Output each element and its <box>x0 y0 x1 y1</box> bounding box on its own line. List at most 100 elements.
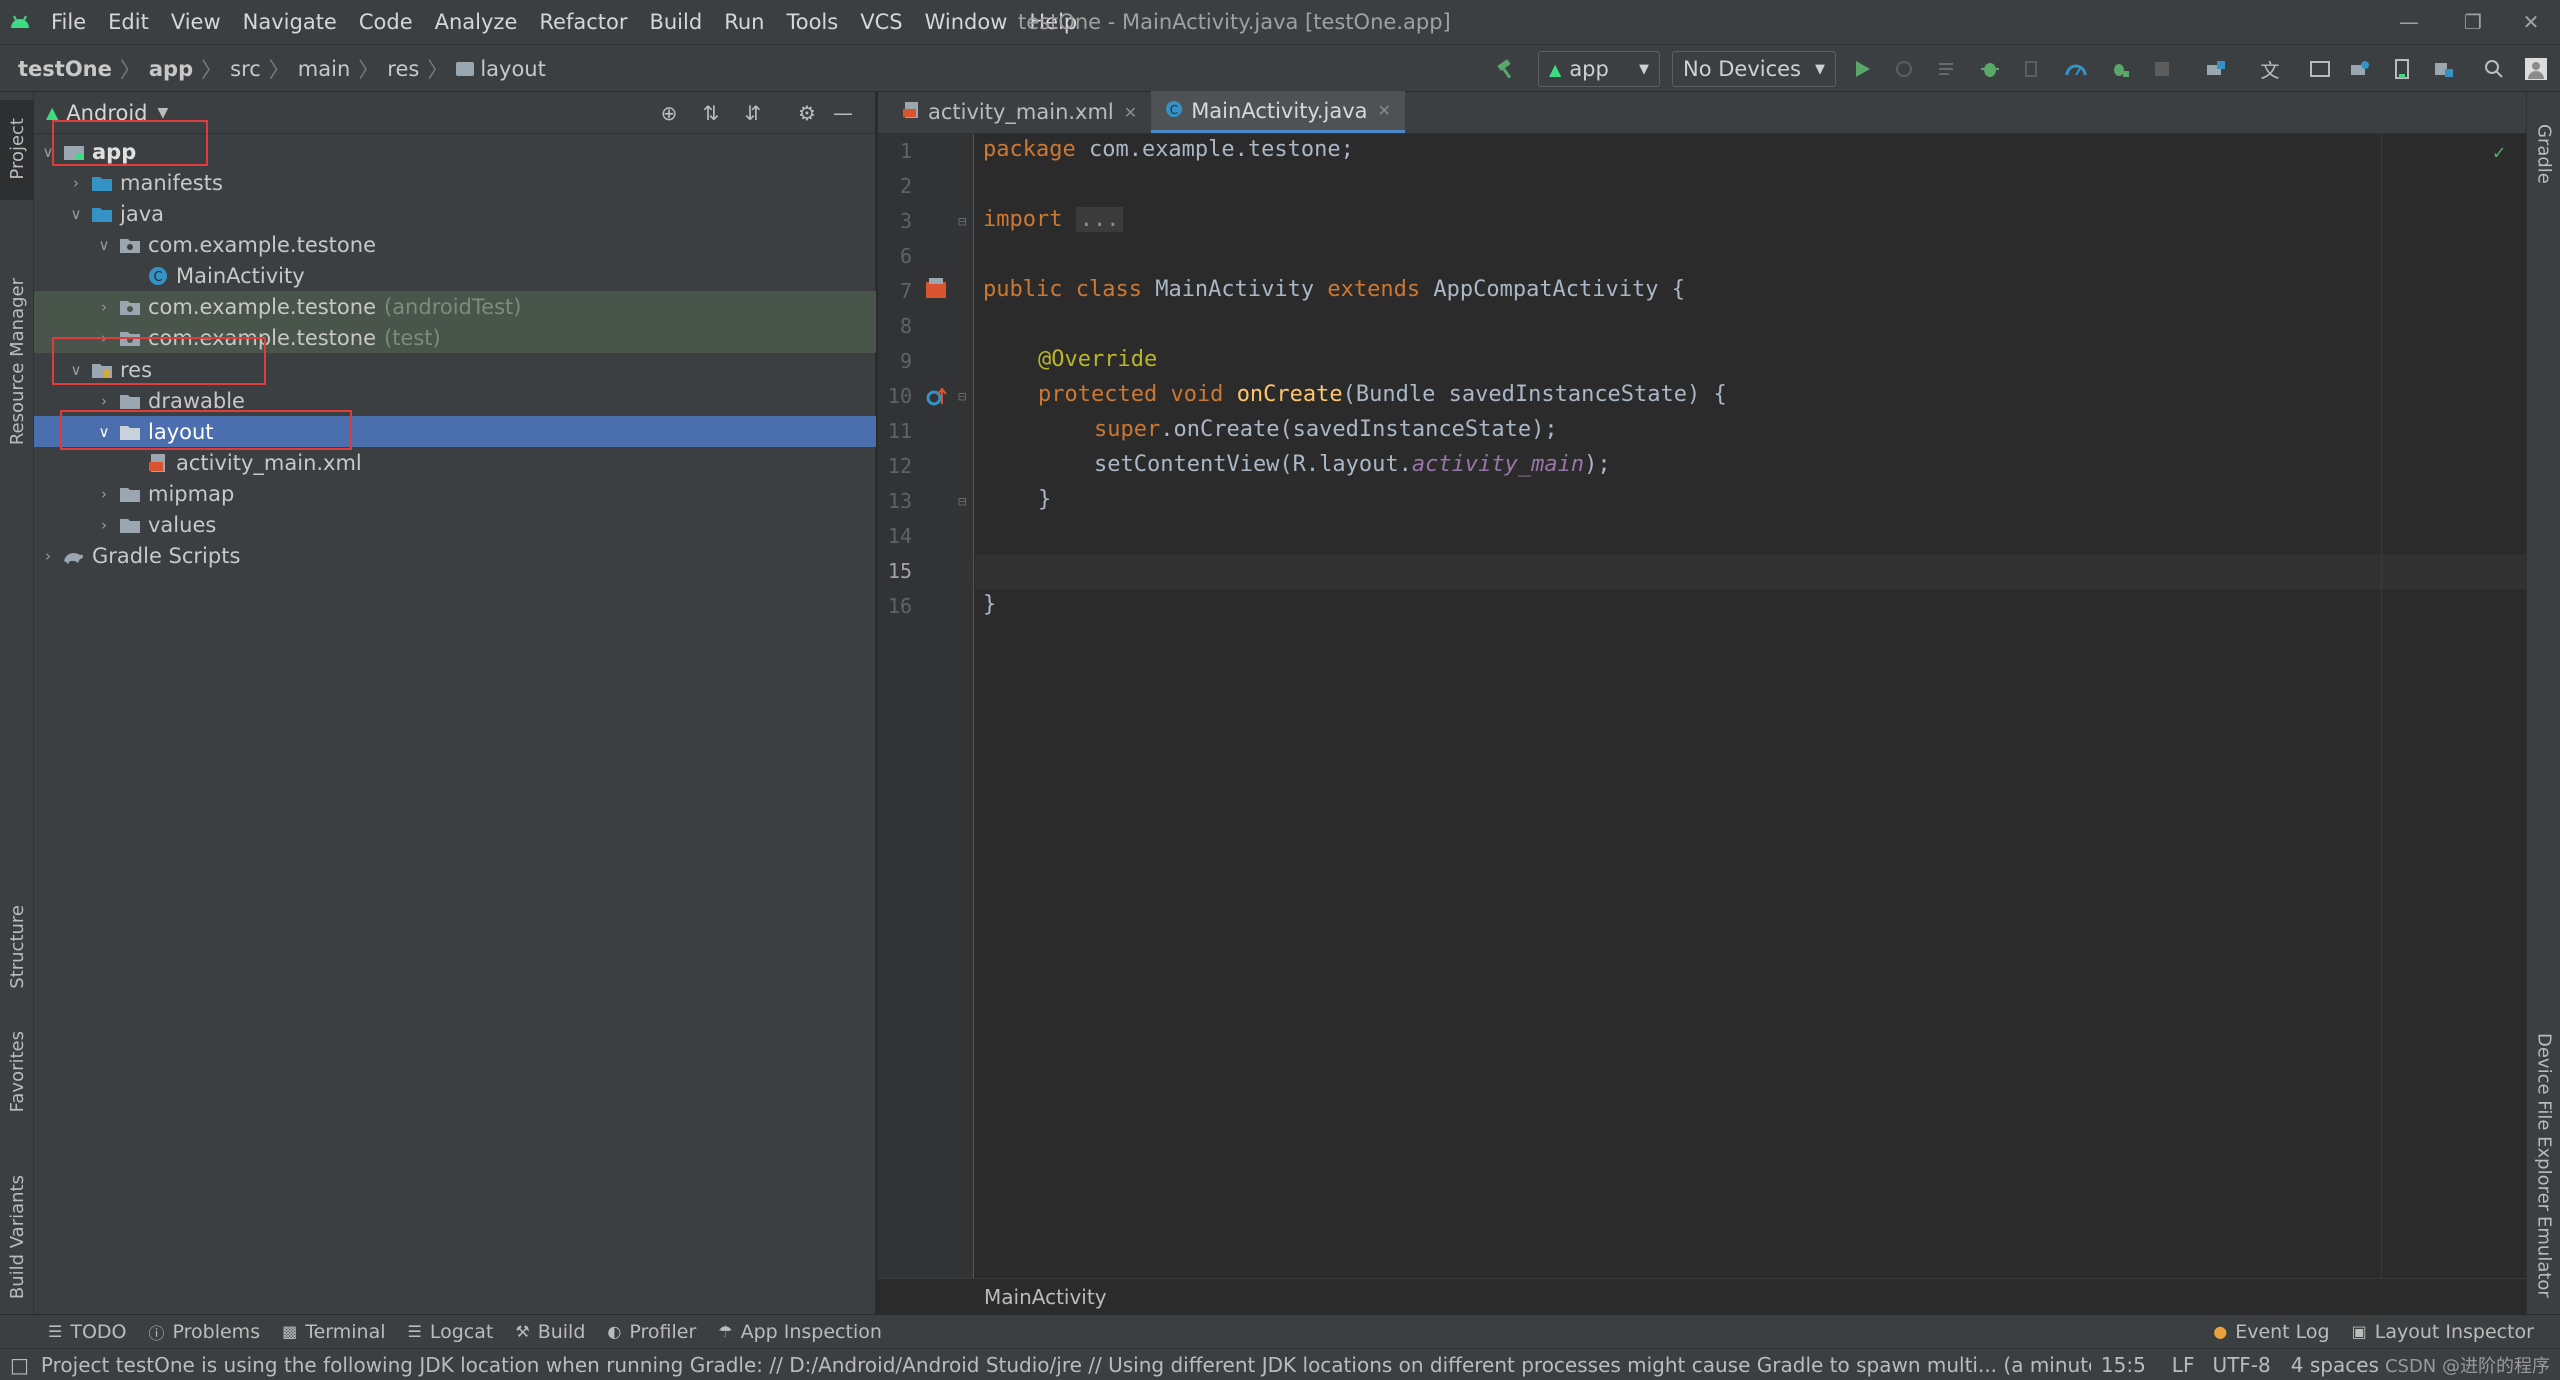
tool-window-event-log[interactable]: ● Event Log <box>2213 1321 2329 1343</box>
tool-tab-favorites[interactable]: Favorites <box>0 1017 34 1127</box>
tool-tab-resource-manager[interactable]: Resource Manager <box>0 222 34 502</box>
tool-tab-build-variants[interactable]: Build Variants <box>0 1142 34 1332</box>
tree-item-java[interactable]: ∨ java <box>34 198 876 229</box>
chevron-down-icon[interactable]: ∨ <box>94 236 114 254</box>
override-method-gutter-icon[interactable] <box>926 386 948 413</box>
menu-vcs[interactable]: VCS <box>849 0 913 44</box>
chevron-right-icon[interactable]: › <box>94 298 114 316</box>
folded-imports[interactable]: ... <box>1075 207 1124 232</box>
attach-debugger-icon[interactable] <box>2106 55 2134 83</box>
breadcrumb-module[interactable]: app <box>149 57 193 81</box>
user-avatar-icon[interactable] <box>2522 55 2550 83</box>
avd-manager-icon[interactable] <box>2388 55 2416 83</box>
tool-tab-structure[interactable]: Structure <box>0 882 34 1012</box>
editor-breadcrumb-class[interactable]: MainActivity <box>984 1285 1107 1309</box>
breadcrumb-layout[interactable]: layout <box>480 57 546 81</box>
chevron-right-icon[interactable]: › <box>94 516 114 534</box>
locate-file-icon[interactable]: ⊕ <box>656 100 682 126</box>
menu-view[interactable]: View <box>160 0 232 44</box>
editor-tab-mainactivity-java[interactable]: C MainActivity.java ✕ <box>1151 91 1405 133</box>
menu-run[interactable]: Run <box>713 0 775 44</box>
menu-build[interactable]: Build <box>638 0 713 44</box>
fold-icon[interactable]: ⊟ <box>958 494 966 510</box>
tool-window-todo[interactable]: ☰ TODO <box>48 1321 127 1343</box>
expand-all-icon[interactable]: ⇅ <box>698 100 724 126</box>
tree-item-package-androidtest[interactable]: › com.example.testone (androidTest) <box>34 291 876 322</box>
breadcrumb-main[interactable]: main <box>298 57 350 81</box>
apply-code-changes-icon[interactable] <box>1932 55 1960 83</box>
tree-item-package-main[interactable]: ∨ com.example.testone <box>34 229 876 260</box>
chevron-right-icon[interactable]: › <box>66 174 86 192</box>
fold-icon[interactable]: ⊟ <box>958 214 966 230</box>
package-icon <box>118 235 142 255</box>
run-with-coverage-icon[interactable] <box>2018 55 2046 83</box>
menu-analyze[interactable]: Analyze <box>424 0 529 44</box>
menu-edit[interactable]: Edit <box>97 0 160 44</box>
tool-window-problems[interactable]: ⓘ Problems <box>149 1320 261 1344</box>
restore-icon[interactable]: ❐ <box>2448 0 2498 44</box>
close-tab-icon[interactable]: ✕ <box>1124 103 1137 122</box>
chevron-right-icon[interactable]: › <box>94 392 114 410</box>
tool-window-build[interactable]: ⚒ Build <box>515 1321 585 1343</box>
sdk-manager-icon[interactable] <box>2346 55 2374 83</box>
tree-item-mainactivity[interactable]: C MainActivity <box>34 260 876 291</box>
chevron-down-icon[interactable]: ▼ <box>158 105 169 121</box>
menu-refactor[interactable]: Refactor <box>528 0 638 44</box>
tool-window-logcat[interactable]: ☰ Logcat <box>408 1321 494 1343</box>
status-message[interactable]: Project testOne is using the following J… <box>41 1353 2091 1377</box>
gradle-icon <box>62 546 86 566</box>
tool-window-layout-inspector[interactable]: ▣ Layout Inspector <box>2352 1321 2534 1343</box>
breadcrumb-src[interactable]: src <box>230 57 261 81</box>
minimize-icon[interactable]: — <box>2384 0 2434 44</box>
apply-changes-icon[interactable] <box>1890 55 1918 83</box>
chevron-right-icon[interactable]: › <box>38 547 58 565</box>
device-manager-icon[interactable] <box>2306 55 2334 83</box>
stop-icon[interactable] <box>2148 55 2176 83</box>
debug-icon[interactable] <box>1976 55 2004 83</box>
close-icon[interactable]: ✕ <box>2506 0 2556 44</box>
run-icon[interactable] <box>1848 55 1876 83</box>
tree-item-manifests[interactable]: › manifests <box>34 167 876 198</box>
project-structure-icon[interactable] <box>2430 55 2458 83</box>
no-problems-check-icon[interactable]: ✓ <box>2493 140 2505 164</box>
tool-window-profiler[interactable]: ◐ Profiler <box>607 1321 696 1343</box>
close-tab-icon[interactable]: ✕ <box>1378 101 1391 120</box>
tree-item-activity-main-xml[interactable]: activity_main.xml <box>34 447 876 478</box>
menu-code[interactable]: Code <box>348 0 424 44</box>
menu-navigate[interactable]: Navigate <box>232 0 348 44</box>
tool-window-terminal[interactable]: ▩ Terminal <box>282 1321 385 1343</box>
search-everywhere-icon[interactable] <box>2480 55 2508 83</box>
breadcrumb-project[interactable]: testOne <box>18 57 112 81</box>
breadcrumb-res[interactable]: res <box>387 57 419 81</box>
file-encoding[interactable]: UTF-8 <box>2212 1353 2270 1377</box>
tree-item-gradle-scripts[interactable]: › Gradle Scripts <box>34 540 876 571</box>
tool-tab-gradle[interactable]: Gradle <box>2527 104 2560 204</box>
line-separator[interactable]: LF <box>2172 1353 2195 1377</box>
sync-project-icon[interactable] <box>2202 55 2230 83</box>
chevron-down-icon[interactable]: ∨ <box>66 205 86 223</box>
make-project-hammer-icon[interactable] <box>1492 55 1520 83</box>
indent-setting[interactable]: 4 spaces <box>2291 1353 2379 1377</box>
chevron-right-icon[interactable]: › <box>94 485 114 503</box>
tree-item-values[interactable]: › values <box>34 509 876 540</box>
run-configuration-dropdown[interactable]: ▲ app ▼ <box>1538 51 1660 87</box>
gear-icon[interactable]: ⚙ <box>794 100 820 126</box>
translate-icon[interactable]: 文 <box>2256 55 2284 83</box>
fold-icon[interactable]: ⊟ <box>958 389 966 405</box>
hide-panel-icon[interactable]: — <box>830 100 856 126</box>
menu-file[interactable]: File <box>40 0 97 44</box>
tool-tab-project[interactable]: Project <box>0 104 34 194</box>
menu-tools[interactable]: Tools <box>775 0 849 44</box>
code-editor[interactable]: package com.example.testone; import ... … <box>975 134 2526 1278</box>
android-activity-gutter-icon[interactable] <box>924 276 948 305</box>
collapse-all-icon[interactable]: ⇵ <box>740 100 766 126</box>
device-selector-dropdown[interactable]: No Devices ▼ <box>1672 51 1836 87</box>
menu-window[interactable]: Window <box>914 0 1019 44</box>
tool-tab-emulator[interactable]: Emulator <box>2527 1192 2560 1322</box>
tool-window-app-inspection[interactable]: ☂ App Inspection <box>718 1321 882 1343</box>
tree-item-mipmap[interactable]: › mipmap <box>34 478 876 509</box>
profile-icon[interactable] <box>2062 55 2090 83</box>
caret-position[interactable]: 15:5 <box>2101 1353 2146 1377</box>
status-panel-toggle-icon[interactable]: □ <box>10 1353 29 1377</box>
editor-tab-activity-main-xml[interactable]: activity_main.xml ✕ <box>888 91 1151 133</box>
